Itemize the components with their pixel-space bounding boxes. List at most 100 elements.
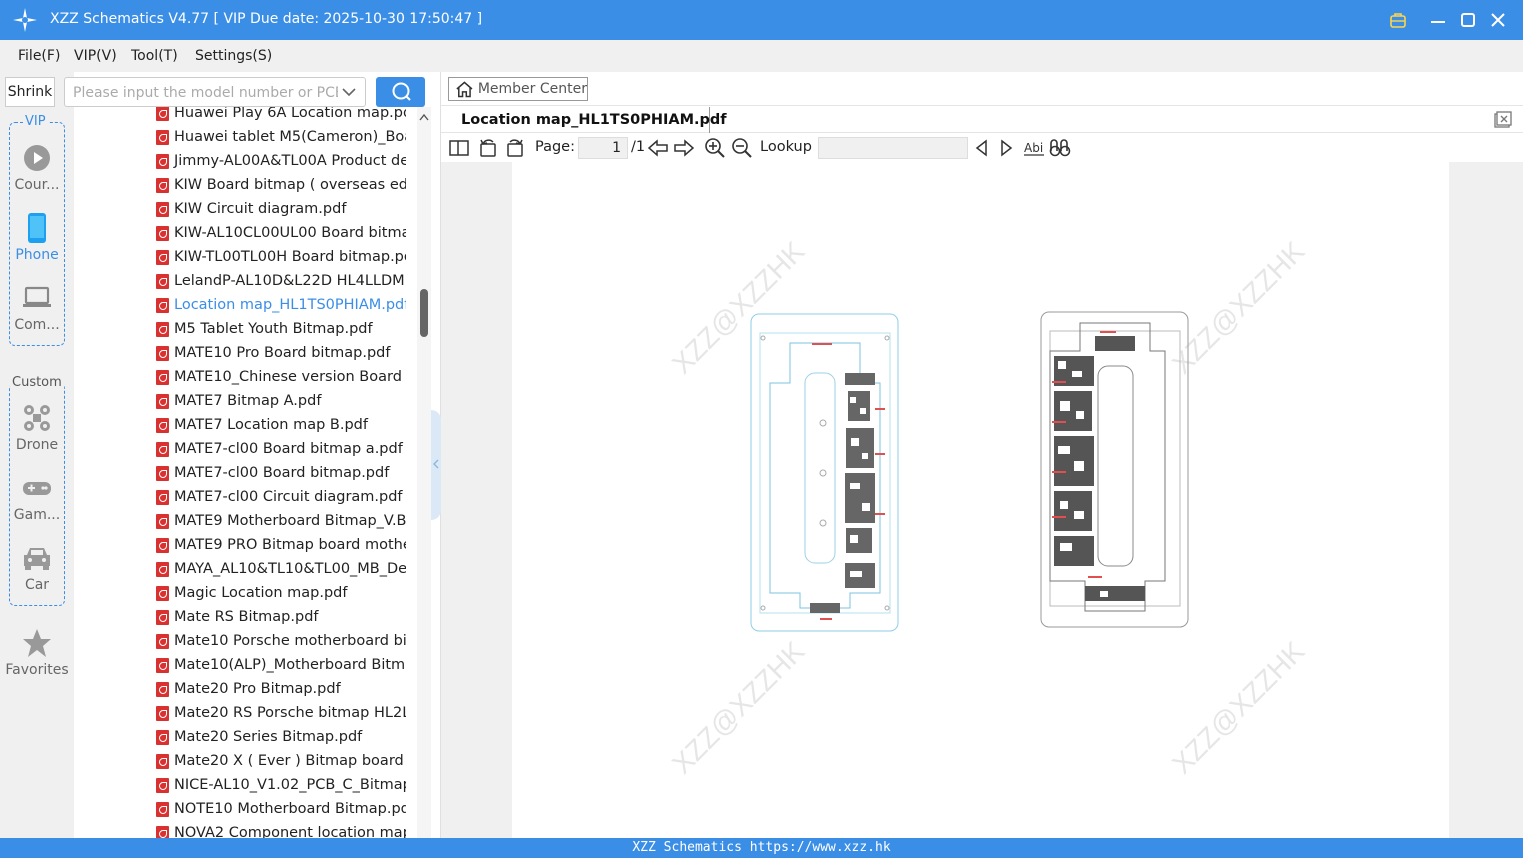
file-list-item[interactable]: NOTE10 Motherboard Bitmap.pdf [156, 797, 406, 821]
close-doc-icon[interactable] [1494, 111, 1512, 129]
file-list-item[interactable]: KIW Board bitmap ( overseas editio [156, 173, 406, 197]
file-list-item[interactable]: MATE9 Motherboard Bitmap_V.B.p [156, 509, 406, 533]
file-list-item[interactable]: MATE9 PRO Bitmap board mother [156, 533, 406, 557]
file-list-item[interactable]: MAYA_AL10&TL10&TL00_MB_Devi [156, 557, 406, 581]
file-name: Mate RS Bitmap.pdf [174, 609, 319, 625]
svg-text:Abi: Abi [1024, 141, 1043, 155]
app-logo-icon [13, 8, 37, 32]
file-list-item[interactable]: Mate20 RS Porsche bitmap HL2LA [156, 701, 406, 725]
file-list-item[interactable]: M5 Tablet Youth Bitmap.pdf [156, 317, 406, 341]
title-bar: XZZ Schematics V4.77 [ VIP Due date: 202… [0, 0, 1523, 40]
prev-page-icon[interactable] [647, 137, 669, 159]
favorites[interactable]: Favorites [0, 628, 74, 678]
pdf-file-icon [156, 201, 169, 217]
scroll-up-icon[interactable] [419, 113, 429, 121]
menu-vip[interactable]: VIP(V) [74, 48, 117, 64]
file-list-item[interactable]: Magic Location map.pdf [156, 581, 406, 605]
find-previous-icon[interactable] [972, 137, 990, 159]
file-list-item[interactable]: Mate20 Pro Bitmap.pdf [156, 677, 406, 701]
sidebar-toggle-icon[interactable] [449, 137, 469, 159]
file-list[interactable]: Huawei Play 6A Location map.pdf Huawei ta… [74, 107, 417, 838]
file-list-item[interactable]: NOVA2 Component location map.p [156, 821, 406, 838]
pdf-page: XZZ@XZZHK XZZ@XZZHK XZZ@XZZHK XZZ@XZZHK [512, 162, 1449, 838]
panel-splitter[interactable] [431, 72, 441, 838]
file-list-item[interactable]: Mate10(ALP)_Motherboard Bitmap [156, 653, 406, 677]
favorites-label: Favorites [5, 662, 69, 678]
member-center-button[interactable]: Member Center [448, 77, 588, 101]
file-name: Mate20 X ( Ever ) Bitmap board m [174, 753, 406, 769]
category-phone[interactable]: Phone [0, 213, 74, 263]
page-total: /1 [631, 139, 646, 155]
category-courses[interactable]: Cour... [0, 143, 74, 193]
chevron-down-icon[interactable] [341, 84, 357, 100]
file-list-item[interactable]: NICE-AL10_V1.02_PCB_C_Bitmap(1 [156, 773, 406, 797]
page-number-input[interactable]: 1 [578, 137, 628, 159]
rotate-left-icon[interactable] [478, 137, 498, 159]
file-list-item[interactable]: MATE7 Bitmap A.pdf [156, 389, 406, 413]
file-list-item[interactable]: KIW Circuit diagram.pdf [156, 197, 406, 221]
shrink-button[interactable]: Shrink [5, 77, 55, 107]
file-list-item[interactable]: KIW-AL10CL00UL00 Board bitmap. [156, 221, 406, 245]
file-name: MATE7-cl00 Board bitmap a.pdf [174, 441, 403, 457]
menu-file[interactable]: File(F) [18, 48, 60, 64]
file-name: NOTE10 Motherboard Bitmap.pdf [174, 801, 406, 817]
file-list-item[interactable]: MATE7-cl00 Board bitmap.pdf [156, 461, 406, 485]
find-all-icon[interactable] [1049, 137, 1071, 159]
pcb-layout-bottom-image [1040, 311, 1189, 628]
file-list-item[interactable]: Mate20 X ( Ever ) Bitmap board m [156, 749, 406, 773]
file-list-item[interactable]: MATE10 Pro Board bitmap.pdf [156, 341, 406, 365]
next-page-icon[interactable] [673, 137, 695, 159]
file-name: Huawei tablet M5(Cameron)_Board [174, 129, 406, 145]
pdf-file-icon [156, 369, 169, 385]
lookup-input[interactable] [818, 137, 968, 159]
star-icon [22, 628, 52, 658]
file-list-item[interactable]: Location map_HL1TS0PHIAM.pdf [156, 293, 406, 317]
file-list-item[interactable]: Mate RS Bitmap.pdf [156, 605, 406, 629]
file-list-item[interactable]: MATE7-cl00 Board bitmap a.pdf [156, 437, 406, 461]
zoom-in-icon[interactable] [704, 137, 726, 159]
file-list-item[interactable]: Huawei tablet M5(Cameron)_Board [156, 125, 406, 149]
file-list-item[interactable]: Mate10 Porsche motherboard bitn [156, 629, 406, 653]
file-name: MATE7 Bitmap A.pdf [174, 393, 322, 409]
pdf-file-icon [156, 417, 169, 433]
pdf-viewer[interactable]: XZZ@XZZHK XZZ@XZZHK XZZ@XZZHK XZZ@XZZHK [441, 162, 1523, 838]
file-list-item[interactable]: Jimmy-AL00A&TL00A Product dev [156, 149, 406, 173]
laptop-icon [22, 283, 52, 313]
zoom-out-icon[interactable] [731, 137, 753, 159]
category-game[interactable]: Gam... [0, 473, 74, 523]
vip-bag-icon[interactable] [1387, 9, 1409, 31]
watermark: XZZ@XZZHK [1166, 635, 1311, 780]
pdf-file-icon [156, 657, 169, 673]
search-input[interactable]: Please input the model number or PCB [64, 77, 366, 107]
file-list-item[interactable]: MATE7-cl00 Circuit diagram.pdf [156, 485, 406, 509]
close-icon[interactable] [1487, 9, 1509, 31]
file-list-item[interactable]: MATE7 Location map B.pdf [156, 413, 406, 437]
file-list-item[interactable]: LelandP-AL10D&L22D HL4LLDM B [156, 269, 406, 293]
file-list-item[interactable]: MATE10_Chinese version Board bit [156, 365, 406, 389]
pdf-file-icon [156, 321, 169, 337]
menu-tool[interactable]: Tool(T) [131, 48, 178, 64]
pdf-file-icon [156, 129, 169, 145]
file-name: MATE9 PRO Bitmap board mother [174, 537, 406, 553]
minimize-icon[interactable] [1427, 9, 1449, 31]
category-car[interactable]: Car [0, 543, 74, 593]
file-list-item[interactable]: Mate20 Series Bitmap.pdf [156, 725, 406, 749]
menu-settings[interactable]: Settings(S) [195, 48, 272, 64]
find-next-icon[interactable] [998, 137, 1016, 159]
file-list-item[interactable]: Huawei Play 6A Location map.pdf [156, 107, 406, 125]
search-button[interactable] [376, 77, 425, 107]
file-list-scrollbar[interactable] [417, 107, 431, 838]
doc-tab[interactable]: Location map_HL1TS0PHIAM.pdf [452, 107, 727, 133]
file-list-item[interactable]: KIW-TL00TL00H Board bitmap.pdf [156, 245, 406, 269]
file-name: MATE7 Location map B.pdf [174, 417, 368, 433]
collapse-handle[interactable] [431, 410, 441, 520]
category-drone[interactable]: Drone [0, 403, 74, 453]
category-game-label: Gam... [13, 507, 61, 523]
maximize-icon[interactable] [1457, 9, 1479, 31]
lookup-label: Lookup [760, 139, 812, 155]
rotate-right-icon[interactable] [505, 137, 525, 159]
match-case-icon[interactable]: Abi [1023, 137, 1045, 159]
category-computer[interactable]: Com... [0, 283, 74, 333]
file-name: KIW-TL00TL00H Board bitmap.pdf [174, 249, 406, 265]
scrollbar-thumb[interactable] [420, 289, 428, 337]
